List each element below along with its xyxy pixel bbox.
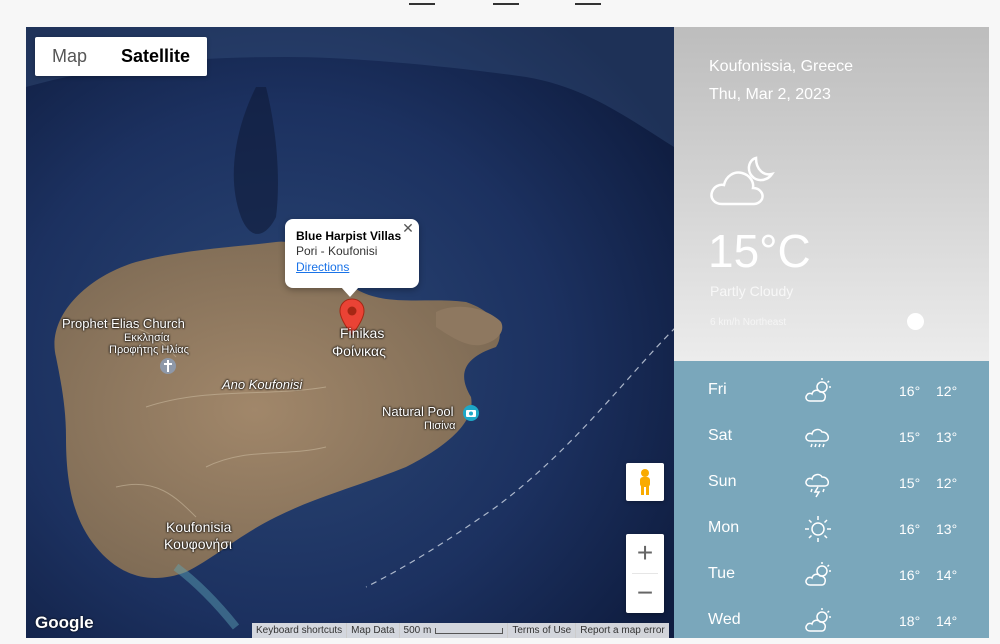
forecast-row: Wed 18° 14° [674, 601, 989, 638]
forecast-day: Sat [708, 427, 733, 444]
map-label-ano-koufonisi: Ano Koufonisi [222, 377, 303, 392]
map-label-finikas-gr: Φοίνικας [332, 343, 386, 359]
scale-ruler [435, 627, 504, 634]
map-label-prophet-elias: Prophet Elias Church [62, 317, 185, 331]
rain-icon [805, 428, 829, 448]
nav-dash[interactable] [493, 3, 519, 5]
forecast-high: 16° [899, 383, 921, 399]
close-icon[interactable]: ✕ [401, 221, 415, 235]
forecast-day: Sun [708, 473, 737, 490]
weather-date: Thu, Mar 2, 2023 [709, 86, 831, 103]
toggle-dot[interactable] [907, 313, 924, 330]
directions-link[interactable]: Directions [296, 259, 419, 275]
map-attribution-bar: Keyboard shortcuts Map Data 500 m Terms … [252, 623, 669, 638]
forecast-low: 12° [936, 383, 958, 399]
report-error-link[interactable]: Report a map error [575, 623, 668, 638]
scale-bar[interactable]: 500 m [398, 623, 508, 638]
info-window-address: Pori - Koufonisi [296, 244, 378, 258]
weather-widget: Koufonissia, Greece Thu, Mar 2, 2023 15°… [674, 27, 989, 638]
map-label-prophet-en: Prophet Elias Church [62, 316, 185, 331]
camera-icon[interactable] [462, 404, 480, 422]
map-label-koufonisia-gr: Κουφονήσι [164, 536, 233, 552]
current-wind: 6 km/h Northeast [710, 317, 787, 328]
forecast-list: Fri 16° 12° Sat 15° 13° Sun 15° 12° Mon … [674, 361, 989, 638]
forecast-day: Wed [708, 611, 741, 628]
satellite-map[interactable]: Map Satellite Blue Harpist Villas Pori -… [26, 27, 674, 638]
map-label-koufonisia: Koufonisia [166, 519, 232, 535]
forecast-row: Sat 15° 13° [674, 417, 989, 457]
pegman-icon [640, 469, 650, 495]
forecast-high: 16° [899, 567, 921, 583]
partly-cloudy-night-icon [710, 156, 775, 206]
map-label-prophet-gr2: Προφήτης Ηλίας [109, 344, 189, 356]
map-label-finikas: Finikas [340, 325, 385, 341]
top-nav-indicators [0, 0, 1000, 10]
forecast-row: Sun 15° 12° [674, 463, 989, 503]
map-type-control: Map Satellite [35, 37, 208, 76]
forecast-high: 15° [899, 429, 921, 445]
forecast-high: 18° [899, 613, 921, 629]
current-temperature: 15°C [708, 225, 811, 277]
street-view-pegman[interactable] [626, 463, 664, 501]
partly-sunny-icon [805, 562, 831, 586]
forecast-low: 14° [936, 567, 958, 583]
nav-dash[interactable] [409, 3, 435, 5]
terms-link[interactable]: Terms of Use [507, 623, 575, 638]
nav-dash[interactable] [575, 3, 601, 5]
forecast-day: Mon [708, 519, 740, 536]
forecast-row: Tue 16° 14° [674, 555, 989, 595]
forecast-low: 14° [936, 613, 958, 629]
current-condition: Partly Cloudy [710, 283, 794, 299]
map-type-satellite-button[interactable]: Satellite [104, 37, 207, 76]
zoom-out-button[interactable]: − [626, 574, 664, 613]
current-weather: Koufonissia, Greece Thu, Mar 2, 2023 15°… [674, 27, 989, 361]
scale-label: 500 m [403, 625, 432, 636]
map-data-link[interactable]: Map Data [346, 623, 398, 638]
map-type-map-button[interactable]: Map [35, 37, 104, 76]
forecast-high: 15° [899, 475, 921, 491]
zoom-in-button[interactable]: + [626, 534, 664, 573]
church-icon[interactable] [159, 357, 177, 375]
zoom-control: + − [626, 534, 664, 613]
forecast-day: Tue [708, 565, 735, 582]
keyboard-shortcuts-link[interactable]: Keyboard shortcuts [252, 623, 346, 638]
sun-icon [805, 516, 831, 542]
weather-location: Koufonissia, Greece [709, 58, 854, 75]
partly-cloudy-icon [805, 378, 831, 402]
forecast-row: Mon 16° 13° [674, 509, 989, 549]
forecast-low: 13° [936, 429, 958, 445]
forecast-row: Fri 16° 12° [674, 371, 989, 411]
map-label-natural-pool: Natural Pool [382, 404, 454, 419]
info-window: Blue Harpist Villas Pori - Koufonisi Dir… [285, 219, 419, 297]
partly-sunny-icon [805, 608, 831, 632]
map-label-natural-pool-gr: Πισίνα [424, 420, 456, 432]
thunderstorm-icon [805, 473, 829, 498]
forecast-high: 16° [899, 521, 921, 537]
forecast-low: 12° [936, 475, 958, 491]
google-logo[interactable]: Google [35, 613, 94, 633]
forecast-day: Fri [708, 381, 727, 398]
forecast-low: 13° [936, 521, 958, 537]
